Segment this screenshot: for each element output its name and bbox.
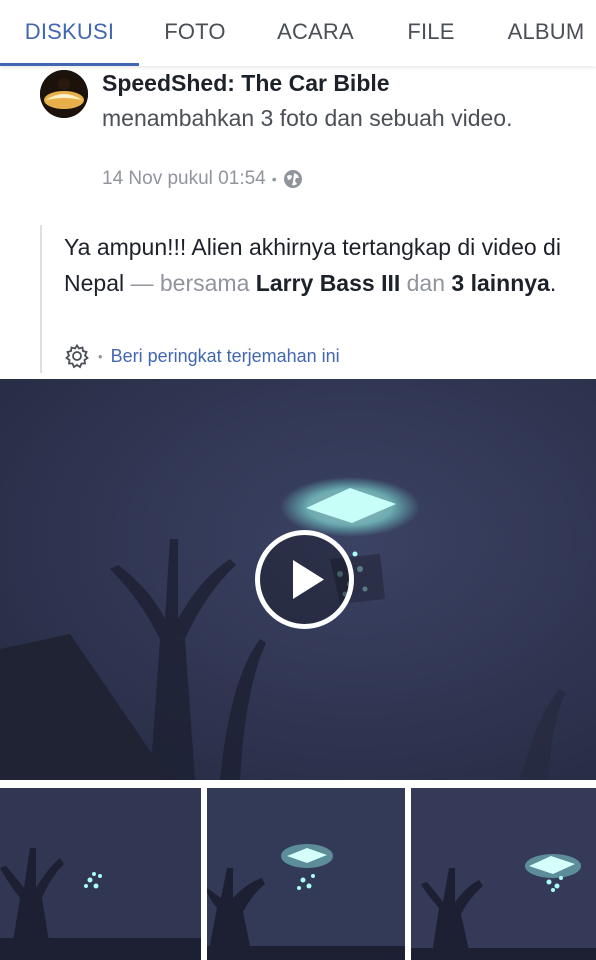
play-icon[interactable] [254, 529, 355, 630]
photo-image [0, 788, 201, 960]
book-logo-icon [40, 70, 88, 118]
photo-thumbnail[interactable] [207, 788, 405, 960]
tab-acara[interactable]: ACARA [258, 0, 373, 66]
gear-icon [65, 343, 89, 369]
rate-translation-row[interactable]: • Beri peringkat terjemahan ini [64, 343, 340, 369]
photo-image [411, 788, 596, 960]
tab-album[interactable]: ALBUM [496, 0, 596, 66]
post-action-text: menambahkan 3 foto dan sebuah video. [102, 105, 513, 131]
photo-thumbnail[interactable] [411, 788, 596, 960]
with-label: — bersama [124, 270, 256, 296]
video-player[interactable] [0, 379, 596, 780]
tab-diskusi[interactable]: DISKUSI [0, 0, 139, 66]
photo-image [207, 788, 405, 960]
group-tab-bar: DISKUSI FOTO ACARA FILE ALBUM [0, 0, 596, 66]
tab-file[interactable]: FILE [395, 0, 467, 66]
page-avatar[interactable] [40, 70, 88, 118]
tagged-person-link[interactable]: Larry Bass III [256, 270, 400, 296]
photo-thumbnail[interactable] [0, 788, 201, 960]
rate-translation-link[interactable]: Beri peringkat terjemahan ini [111, 346, 340, 367]
caption-period: . [549, 270, 557, 296]
translate-separator: • [98, 348, 103, 364]
and-label: dan [400, 270, 452, 296]
tab-foto[interactable]: FOTO [150, 0, 240, 66]
meta-separator: • [271, 171, 277, 187]
others-link[interactable]: 3 lainnya [451, 270, 549, 296]
post-author[interactable]: SpeedShed: The Car Bible [102, 70, 390, 97]
shared-post-block: Ya ampun!!! Alien akhirnya tertangkap di… [40, 225, 562, 373]
post-meta: 14 Nov pukul 01:54 • [102, 168, 303, 190]
shared-post-text: Ya ampun!!! Alien akhirnya tertangkap di… [64, 229, 574, 301]
post-timestamp[interactable]: 14 Nov pukul 01:54 [102, 168, 266, 190]
globe-icon [283, 170, 302, 188]
active-tab-indicator [0, 63, 139, 66]
